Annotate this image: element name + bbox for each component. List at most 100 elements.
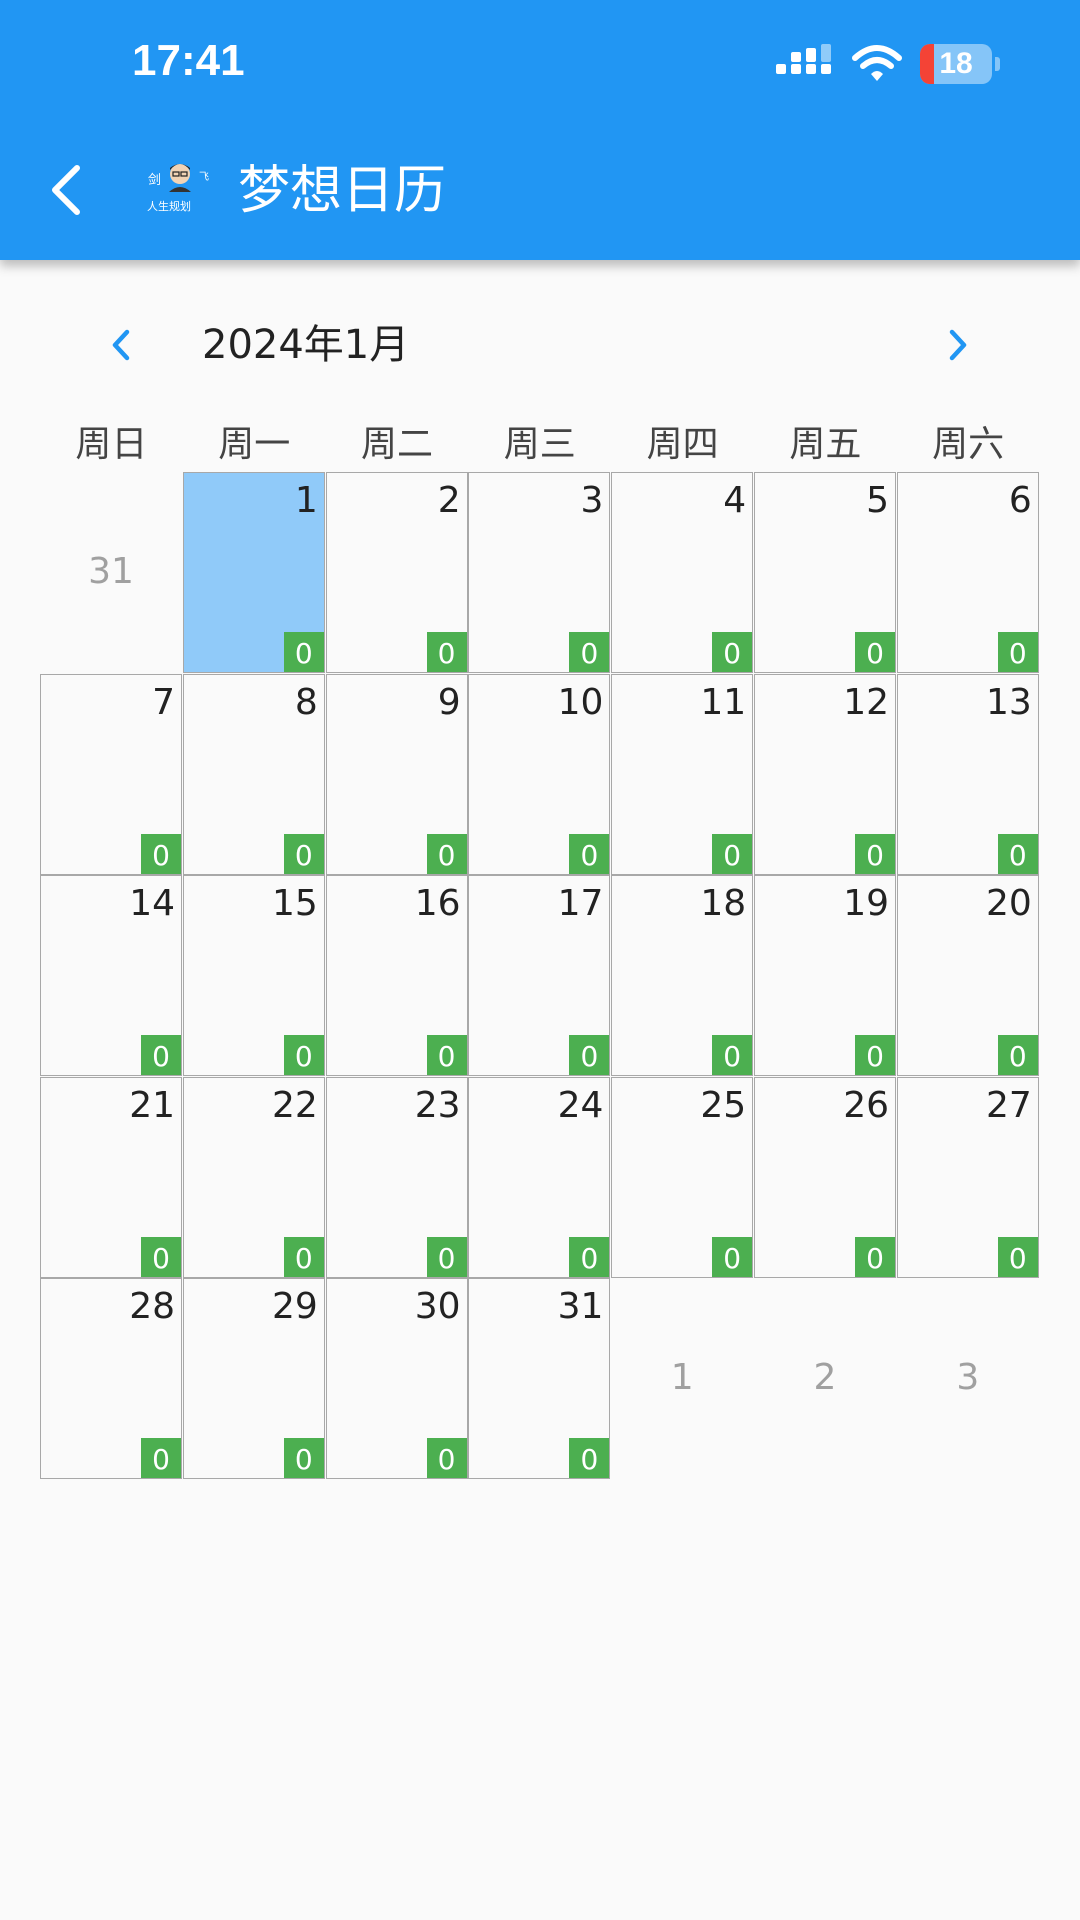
dream-count-badge: 0 xyxy=(712,632,753,672)
dream-count-badge: 0 xyxy=(712,1035,753,1075)
calendar-day-cell[interactable]: 40 xyxy=(611,472,754,673)
calendar-day-cell[interactable]: 30 0 xyxy=(325,1278,468,1479)
calendar-day-cell[interactable]: 60 xyxy=(896,472,1039,673)
calendar-day-cell[interactable]: 20 0 xyxy=(896,875,1039,1076)
calendar-day-cell[interactable]: 23 0 xyxy=(325,1076,468,1278)
dream-count-badge: 0 xyxy=(283,1236,324,1277)
day-number: 25 xyxy=(700,1084,747,1126)
signal-icon xyxy=(776,44,831,74)
calendar-day-cell[interactable]: 18 0 xyxy=(611,875,754,1076)
day-number: 13 xyxy=(985,681,1032,723)
calendar-day-cell[interactable]: 15 0 xyxy=(182,875,325,1076)
calendar-day-cell[interactable]: 90 xyxy=(325,673,468,875)
calendar-day-cell[interactable]: 26 0 xyxy=(754,1076,896,1278)
dream-count-badge: 0 xyxy=(997,1236,1038,1277)
calendar-day-cell[interactable]: 12 0 xyxy=(754,673,896,875)
calendar-day-cell[interactable]: 25 0 xyxy=(611,1076,754,1278)
day-number: 24 xyxy=(557,1084,604,1126)
day-number: 27 xyxy=(985,1084,1032,1126)
calendar-day-cell[interactable]: 13 0 xyxy=(896,673,1039,875)
calendar-day-cell[interactable]: 28 0 xyxy=(40,1278,182,1479)
wifi-icon xyxy=(852,45,902,81)
dream-count-badge: 0 xyxy=(997,833,1038,874)
day-number: 15 xyxy=(271,883,318,924)
day-number: 31 xyxy=(557,1286,604,1327)
prev-month-day: 31 xyxy=(88,551,134,592)
calendar-day-cell[interactable]: 21 0 xyxy=(40,1076,182,1278)
dream-count-badge: 0 xyxy=(712,833,753,874)
logo-caption: 人生规划 xyxy=(147,199,191,213)
dream-count-badge: 0 xyxy=(283,632,324,672)
dream-count-badge: 0 xyxy=(569,833,610,874)
dream-count-badge: 0 xyxy=(426,1438,467,1478)
dream-count-badge: 0 xyxy=(569,1035,610,1075)
next-month-day: 1 xyxy=(670,1357,694,1398)
weekday-mon: 周一 xyxy=(218,424,291,465)
calendar-day-cell[interactable]: 19 0 xyxy=(754,875,896,1076)
dream-count-badge: 0 xyxy=(283,833,324,874)
calendar-day-cell[interactable]: 80 xyxy=(182,673,325,875)
calendar-day-cell[interactable]: 20 xyxy=(325,472,468,673)
day-number: 16 xyxy=(414,883,461,924)
battery-level: 18 xyxy=(939,47,973,80)
calendar-day-cell[interactable]: 17 0 xyxy=(468,875,611,1076)
dream-count-badge: 0 xyxy=(855,1236,895,1277)
dream-count-badge: 0 xyxy=(712,1236,753,1277)
day-number: 28 xyxy=(129,1286,175,1327)
next-month-button[interactable] xyxy=(935,320,981,370)
calendar-day-cell[interactable]: 16 0 xyxy=(325,875,468,1076)
app-logo: 剑 飞 人生规划 xyxy=(145,158,215,218)
calendar-day-cell[interactable]: 22 0 xyxy=(182,1076,325,1278)
month-navigation: 2024年1月 xyxy=(0,310,1080,380)
weekday-header: 周日 周一 周二 周三 周四 周五 周六 xyxy=(40,420,1040,470)
calendar-day-cell[interactable]: 10 0 xyxy=(468,673,611,875)
chevron-right-icon xyxy=(949,329,967,361)
dream-count-badge: 0 xyxy=(855,833,895,874)
calendar-day-cell[interactable]: 50 xyxy=(754,472,896,673)
calendar-day-cell[interactable]: 11 0 xyxy=(611,673,754,875)
dream-count-badge: 0 xyxy=(569,1438,610,1478)
calendar-day-cell[interactable]: 30 xyxy=(468,472,611,673)
day-number: 14 xyxy=(129,883,175,924)
dream-count-badge: 0 xyxy=(997,632,1038,672)
day-number: 4 xyxy=(723,480,747,521)
prev-month-button[interactable] xyxy=(98,320,144,370)
day-number: 22 xyxy=(271,1084,318,1126)
app-header: 17:41 18 剑 飞 人生规划 梦想日历 xyxy=(0,0,1080,260)
day-number: 11 xyxy=(700,681,747,723)
calendar-day-cell[interactable]: 14 0 xyxy=(40,875,182,1076)
day-number: 23 xyxy=(414,1084,461,1126)
calendar-day-cell[interactable]: 24 0 xyxy=(468,1076,611,1278)
day-number: 18 xyxy=(700,883,747,924)
day-number: 19 xyxy=(843,883,889,924)
month-label: 2024年1月 xyxy=(202,322,410,368)
dream-count-badge: 0 xyxy=(569,1236,610,1277)
battery-fill xyxy=(920,44,934,84)
dream-count-badge: 0 xyxy=(141,833,181,874)
battery-tip xyxy=(995,57,1000,71)
calendar-day-cell[interactable]: 10 xyxy=(182,472,325,673)
day-number: 6 xyxy=(1008,480,1032,521)
dream-count-badge: 0 xyxy=(855,1035,895,1075)
day-number: 26 xyxy=(843,1084,889,1126)
calendar-day-cell[interactable]: 27 0 xyxy=(896,1076,1039,1278)
day-number: 7 xyxy=(152,681,175,723)
back-button[interactable] xyxy=(30,150,100,230)
calendar-day-cell[interactable]: 70 xyxy=(40,673,182,875)
day-number: 12 xyxy=(843,681,889,723)
dream-count-badge: 0 xyxy=(141,1236,181,1277)
calendar-day-cell[interactable]: 31 0 xyxy=(468,1278,611,1479)
day-number: 8 xyxy=(294,681,318,723)
day-number: 3 xyxy=(580,480,604,521)
day-number: 30 xyxy=(414,1286,461,1327)
day-number: 10 xyxy=(557,681,604,723)
dream-count-badge: 0 xyxy=(426,632,467,672)
status-time: 17:41 xyxy=(132,36,245,85)
dream-count-badge: 0 xyxy=(141,1035,181,1075)
dream-count-badge: 0 xyxy=(997,1035,1038,1075)
dream-count-badge: 0 xyxy=(569,632,610,672)
dream-count-badge: 0 xyxy=(283,1035,324,1075)
day-number: 21 xyxy=(129,1084,175,1126)
calendar-day-cell[interactable]: 29 0 xyxy=(182,1278,325,1479)
day-number: 5 xyxy=(866,480,889,521)
